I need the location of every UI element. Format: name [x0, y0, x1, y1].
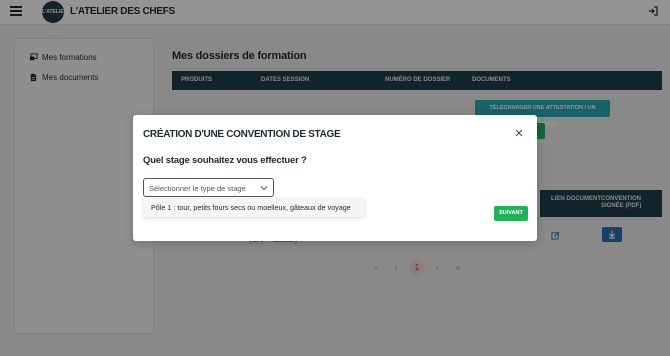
modal-question: Quel stage souhaitez vous effectuer ? — [143, 155, 307, 166]
select-placeholder: Sélectionner le type de stage — [149, 184, 246, 193]
next-button[interactable]: SUIVANT — [494, 206, 528, 221]
dropdown-menu: Pôle 1 : tour, petits fours secs ou moel… — [143, 198, 365, 217]
dropdown-option[interactable]: Pôle 1 : tour, petits fours secs ou moel… — [151, 203, 351, 212]
chevron-down-icon — [260, 186, 268, 191]
stage-type-select[interactable]: Sélectionner le type de stage — [143, 178, 274, 197]
convention-modal: CRÉATION D'UNE CONVENTION DE STAGE Quel … — [133, 115, 537, 241]
modal-title: CRÉATION D'UNE CONVENTION DE STAGE — [143, 129, 341, 140]
close-icon[interactable] — [515, 129, 523, 137]
